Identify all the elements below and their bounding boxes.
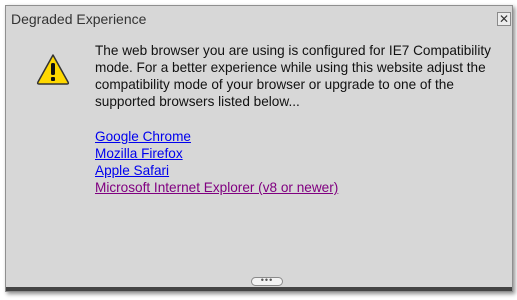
- warning-icon: [36, 53, 70, 85]
- link-apple-safari[interactable]: Apple Safari: [95, 162, 500, 179]
- close-icon: ✕: [498, 12, 510, 26]
- link-mozilla-firefox[interactable]: Mozilla Firefox: [95, 145, 500, 162]
- dialog-content: The web browser you are using is configu…: [95, 42, 500, 196]
- link-google-chrome[interactable]: Google Chrome: [95, 128, 500, 145]
- resize-handle[interactable]: •••: [251, 275, 283, 286]
- grip-icon: •••: [260, 275, 274, 285]
- browser-links: Google Chrome Mozilla Firefox Apple Safa…: [95, 128, 500, 196]
- link-internet-explorer[interactable]: Microsoft Internet Explorer (v8 or newer…: [95, 179, 500, 196]
- dialog-message: The web browser you are using is configu…: [95, 43, 491, 109]
- dialog-titlebar[interactable]: Degraded Experience ✕: [6, 6, 512, 32]
- dialog-title: Degraded Experience: [11, 11, 147, 27]
- degraded-experience-dialog: Degraded Experience ✕ The web browser yo…: [5, 5, 513, 292]
- close-button[interactable]: ✕: [497, 12, 511, 26]
